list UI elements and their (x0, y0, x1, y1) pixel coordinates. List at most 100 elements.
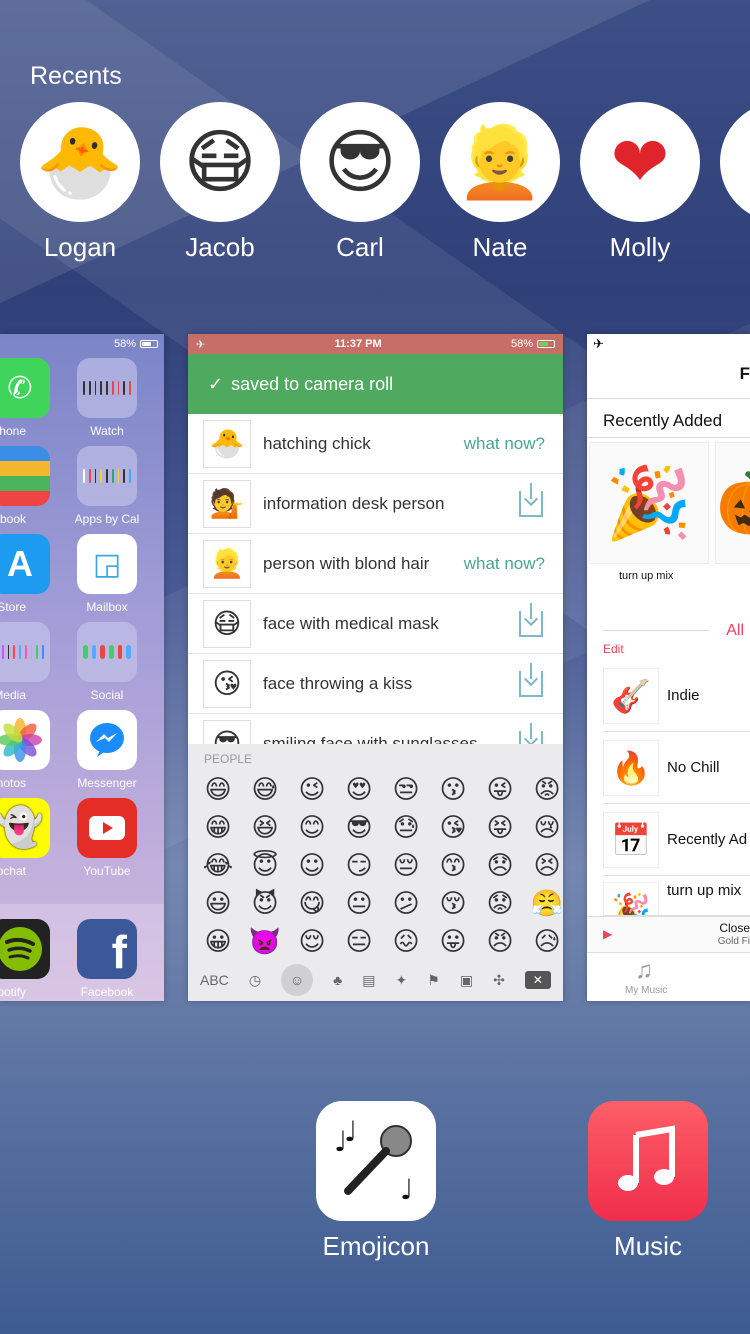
app-spotify[interactable]: Spotify (0, 919, 50, 999)
emoji-key[interactable]: 😛 (433, 926, 473, 958)
app-watch-folder[interactable]: Watch (77, 358, 137, 438)
download-icon[interactable] (519, 662, 543, 697)
recent-clock-icon[interactable]: ◷ (249, 972, 261, 989)
emoji-key[interactable]: 😗 (433, 774, 473, 806)
recent-contact-logan[interactable]: 🐣 Logan (20, 102, 140, 263)
recent-contact-jacob[interactable]: 😷 Jacob (160, 102, 280, 263)
emoji-key[interactable]: 😋 (292, 888, 332, 920)
list-item[interactable]: 😷 face with medical mask (188, 594, 563, 654)
emoji-key[interactable]: 😅 (245, 774, 285, 806)
emoji-key[interactable]: 😞 (480, 850, 520, 882)
emojicon-app-icon[interactable]: ♩ ♩ ♩ Emojicon (316, 1101, 436, 1262)
emoji-key[interactable]: 😂 (198, 850, 238, 882)
app-snapchat[interactable]: 👻 Snapchat (0, 798, 50, 878)
now-playing-bar[interactable]: ▶ Close Gold Fi (587, 916, 750, 952)
status-bar: ✈ 11:37 PM 58% (188, 334, 563, 354)
list-item[interactable]: 👱 person with blond hair what now? (188, 534, 563, 594)
app-facebook[interactable]: f Facebook (77, 919, 137, 999)
list-item[interactable]: 😎 smiling face with sunglasses (188, 714, 563, 744)
nature-tree-icon[interactable]: ♣ (333, 972, 342, 988)
list-item[interactable]: 🐣 hatching chick what now? (188, 414, 563, 474)
transport-icon[interactable]: ▣ (460, 972, 473, 989)
emoji-key[interactable]: 😝 (480, 812, 520, 844)
emoji-key[interactable]: 😊 (292, 812, 332, 844)
emoji-key[interactable]: 😒 (386, 774, 426, 806)
recent-contact-partial[interactable] (720, 102, 750, 222)
edit-button[interactable]: Edit (603, 642, 624, 656)
emoji-key[interactable]: 😓 (386, 812, 426, 844)
emoji-key[interactable]: 😍 (339, 774, 379, 806)
emoji-key[interactable]: 😆 (245, 812, 285, 844)
emoji-key[interactable]: 😄 (198, 774, 238, 806)
download-icon[interactable] (519, 722, 543, 744)
recent-contact-molly[interactable]: ❤ Molly (580, 102, 700, 263)
emoji-key[interactable]: 😔 (386, 850, 426, 882)
tab-my-music[interactable]: ♫ My Music (587, 952, 750, 1001)
emoji-key[interactable]: 😀 (198, 926, 238, 958)
list-item[interactable]: 💁 information desk person (188, 474, 563, 534)
emoji-key[interactable]: 😑 (339, 926, 379, 958)
app-apps-by-cal-folder[interactable]: Apps by Cal (75, 446, 139, 526)
emoji-key[interactable]: 😐 (339, 888, 379, 920)
emoji-key[interactable]: 😟 (480, 888, 520, 920)
app-media-folder[interactable]: Media (0, 622, 50, 702)
playlist-row[interactable]: 📅 Recently Ad (603, 804, 750, 876)
app-messenger[interactable]: Messenger (77, 710, 137, 790)
app-label: Snapchat (0, 864, 26, 878)
emoji-key[interactable]: 😁 (198, 812, 238, 844)
emoji-key[interactable]: 😖 (386, 926, 426, 958)
emoji-key[interactable]: 😚 (433, 888, 473, 920)
objects-icon[interactable]: ▤ (362, 972, 375, 989)
app-youtube[interactable]: YouTube (77, 798, 137, 878)
emoji-key[interactable]: 😣 (527, 850, 563, 882)
emoji-key[interactable]: 😕 (386, 888, 426, 920)
emoji-key[interactable]: 😜 (480, 774, 520, 806)
emoji-key[interactable]: ☺ (292, 850, 332, 882)
app-mailbox[interactable]: ◲ Mailbox (77, 534, 137, 614)
symbols-icon[interactable]: ✣ (493, 972, 505, 989)
playlist-row[interactable]: 🎉 turn up mix (603, 876, 750, 916)
emoji-key[interactable]: 😢 (527, 812, 563, 844)
delete-key-icon[interactable]: ✕ (524, 971, 551, 989)
emoji-key[interactable]: 😙 (433, 850, 473, 882)
playlist-row[interactable]: 🎸 Indie (603, 660, 750, 732)
emoji-key[interactable]: 😎 (339, 812, 379, 844)
emoji-key[interactable]: 😉 (292, 774, 332, 806)
emoji-key[interactable]: 😃 (198, 888, 238, 920)
recent-contact-nate[interactable]: 👱 Nate (440, 102, 560, 263)
play-icon[interactable]: ▶ (603, 927, 612, 941)
download-icon[interactable] (519, 602, 543, 637)
app-photos[interactable]: Photos (0, 710, 50, 790)
playlist-row[interactable]: 🔥 No Chill (603, 732, 750, 804)
emojicon-app-card[interactable]: ✈ 11:37 PM 58% ✓ saved to camera roll 🐣 … (188, 334, 563, 1001)
album-artwork[interactable]: 🎃 (715, 442, 750, 564)
what-now-link[interactable]: what now? (464, 434, 545, 454)
app-phone[interactable]: ✆ Phone (0, 358, 50, 438)
people-smiley-icon[interactable]: ☺ (281, 964, 314, 996)
all-button[interactable]: All (726, 622, 744, 640)
emoji-key[interactable]: 😏 (339, 850, 379, 882)
download-icon[interactable] (519, 482, 543, 517)
celebration-icon[interactable]: ✦ (396, 972, 408, 989)
what-now-link[interactable]: what now? (464, 554, 545, 574)
emoji-key[interactable]: 😤 (527, 888, 563, 920)
app-passbook[interactable]: Passbook (0, 446, 50, 526)
emoji-key[interactable]: 👿 (245, 926, 285, 958)
emoji-key[interactable]: 😇 (245, 850, 285, 882)
emoji-key[interactable]: 😥 (527, 926, 563, 958)
list-item[interactable]: 😘 face throwing a kiss (188, 654, 563, 714)
emoji-key[interactable]: 😡 (527, 774, 563, 806)
music-app-icon[interactable]: Music (588, 1101, 708, 1262)
activity-runner-icon[interactable]: ⚑ (427, 972, 440, 989)
app-app-store[interactable]: A App Store (0, 534, 50, 614)
music-app-card[interactable]: ✈ F Recently Added 🎉 🎃 turn up mix All E… (587, 334, 750, 1001)
home-screen-card[interactable]: 58% ✆ Phone Watch Passbook Apps by Cal A… (0, 334, 164, 1001)
emoji-key[interactable]: 😌 (292, 926, 332, 958)
emoji-key[interactable]: 😘 (433, 812, 473, 844)
emoji-key[interactable]: 😠 (480, 926, 520, 958)
emoji-key[interactable]: 😈 (245, 888, 285, 920)
recent-contact-carl[interactable]: 😎 Carl (300, 102, 420, 263)
album-artwork[interactable]: 🎉 (589, 442, 709, 564)
app-social-folder[interactable]: Social (77, 622, 137, 702)
abc-key[interactable]: ABC (200, 972, 229, 988)
